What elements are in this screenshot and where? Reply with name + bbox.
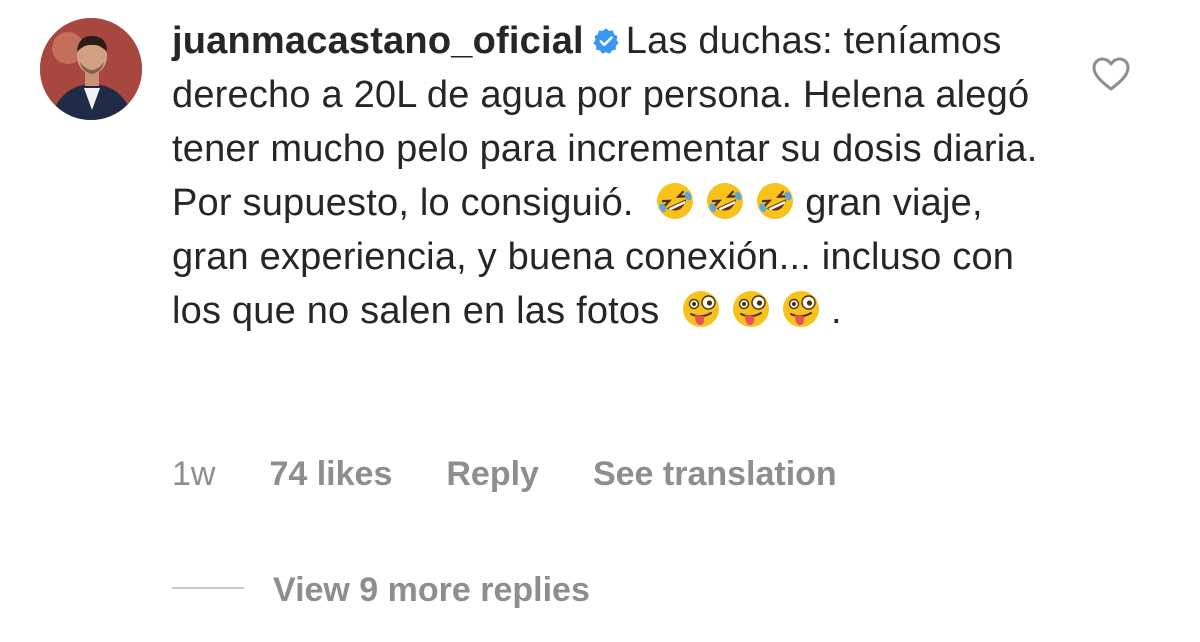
see-translation-button[interactable]: See translation — [593, 452, 837, 496]
zany-face-emoji-icon — [782, 291, 819, 327]
heart-icon[interactable] — [1091, 56, 1131, 92]
comment-item: juanmacastano_oficial Las duchas: teníamo… — [0, 0, 1200, 642]
view-more-replies-button[interactable]: View 9 more replies — [273, 568, 590, 612]
likes-count[interactable]: 74 likes — [269, 452, 392, 496]
zany-face-emoji-icon — [732, 291, 769, 327]
comment-timestamp: 1w — [172, 455, 216, 493]
comment-body: juanmacastano_oficial Las duchas: teníamo… — [172, 14, 1052, 338]
zany-face-emoji-icon — [682, 291, 719, 327]
comment-meta: 1w 74 likes Reply See translation — [172, 452, 891, 496]
reply-button[interactable]: Reply — [446, 452, 539, 496]
verified-badge-icon — [593, 28, 619, 54]
comment-text-end: . — [830, 290, 842, 332]
replies-divider — [172, 587, 244, 589]
avatar[interactable] — [40, 18, 142, 120]
rofl-emoji-icon — [757, 183, 794, 219]
rofl-emoji-icon — [657, 183, 694, 219]
rofl-emoji-icon — [707, 183, 744, 219]
username[interactable]: juanmacastano_oficial — [172, 20, 584, 62]
